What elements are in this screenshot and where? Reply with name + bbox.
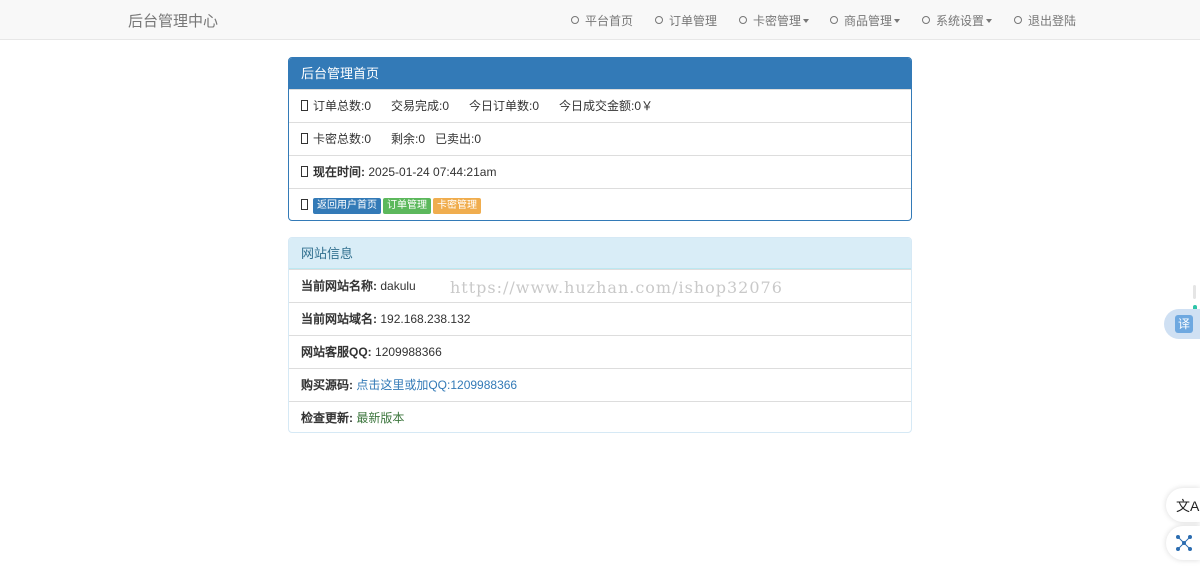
circle-icon xyxy=(922,16,930,24)
accessibility-button[interactable]: 文A xyxy=(1166,488,1200,522)
link-icon xyxy=(301,199,308,210)
circle-icon xyxy=(830,16,838,24)
circle-icon xyxy=(1014,16,1022,24)
dashboard-panel-title: 后台管理首页 xyxy=(289,58,911,89)
update-status: 最新版本 xyxy=(356,411,405,425)
site-domain-value: 192.168.238.132 xyxy=(380,312,471,326)
order-completed: 交易完成:0 xyxy=(391,99,450,113)
time-value: 2025-01-24 07:44:21am xyxy=(368,165,497,179)
nav-system-settings[interactable]: 系统设置 xyxy=(922,12,993,29)
brand-title[interactable]: 后台管理中心 xyxy=(128,10,218,31)
site-info-title: 网站信息 xyxy=(289,238,911,269)
site-name-label: 当前网站名称: xyxy=(301,279,377,293)
translate-glyph-icon: 文A xyxy=(1176,498,1200,514)
circle-icon xyxy=(571,16,579,24)
buy-source-label: 购买源码: xyxy=(301,378,353,392)
network-widget-button[interactable] xyxy=(1166,526,1200,560)
site-info-panel: 网站信息 当前网站名称: dakulu 当前网站域名: 192.168.238.… xyxy=(288,237,912,433)
check-update-label: 检查更新: xyxy=(301,411,353,425)
buy-source-link[interactable]: 点击这里或加QQ:1209988366 xyxy=(356,378,517,392)
card-management-button[interactable]: 卡密管理 xyxy=(433,197,481,214)
site-domain-label: 当前网站域名: xyxy=(301,312,377,326)
card-icon xyxy=(301,133,308,144)
site-qq-value: 1209988366 xyxy=(375,345,442,359)
scrollbar-track xyxy=(1193,285,1196,299)
buy-source-row: 购买源码: 点击这里或加QQ:1209988366 xyxy=(289,368,911,401)
card-remaining: 剩余:0 xyxy=(391,132,426,146)
order-management-button[interactable]: 订单管理 xyxy=(383,197,431,214)
shortcut-row: 返回用户首页 订单管理 卡密管理 xyxy=(289,188,911,221)
caret-down-icon xyxy=(803,19,810,23)
check-update-row: 检查更新: 最新版本 xyxy=(289,401,911,434)
time-row: 现在时间: 2025-01-24 07:44:21am xyxy=(289,155,911,188)
watermark-text: https://www.huzhan.com/ishop32076 xyxy=(450,278,783,297)
time-label: 现在时间: xyxy=(313,165,365,179)
back-to-user-home-button[interactable]: 返回用户首页 xyxy=(313,197,381,214)
translate-tab[interactable]: 译 xyxy=(1164,309,1200,339)
clock-icon xyxy=(301,166,308,177)
list-icon xyxy=(301,100,308,111)
today-amount: 今日成交金额:0￥ xyxy=(559,99,654,113)
nav-logout[interactable]: 退出登陆 xyxy=(1014,12,1076,29)
circle-icon xyxy=(739,16,747,24)
card-total: 卡密总数:0 xyxy=(313,132,372,146)
site-name-value: dakulu xyxy=(380,279,416,293)
card-stats-row: 卡密总数:0 剩余:0 已卖出:0 xyxy=(289,122,911,155)
nav-card-management[interactable]: 卡密管理 xyxy=(739,12,810,29)
nav-platform-home[interactable]: 平台首页 xyxy=(571,12,633,29)
network-icon xyxy=(1176,535,1192,551)
nav-product-management[interactable]: 商品管理 xyxy=(830,12,901,29)
caret-down-icon xyxy=(894,19,901,23)
site-domain-row: 当前网站域名: 192.168.238.132 xyxy=(289,302,911,335)
today-orders: 今日订单数:0 xyxy=(469,99,540,113)
card-sold: 已卖出:0 xyxy=(435,132,482,146)
top-navbar: 后台管理中心 平台首页 订单管理 卡密管理 商品管理 系统设置 退出登陆 xyxy=(0,0,1200,40)
circle-icon xyxy=(655,16,663,24)
order-stats-row: 订单总数:0 交易完成:0 今日订单数:0 今日成交金额:0￥ xyxy=(289,89,911,122)
translate-icon: 译 xyxy=(1175,315,1193,333)
nav-order-management[interactable]: 订单管理 xyxy=(655,12,717,29)
site-qq-row: 网站客服QQ: 1209988366 xyxy=(289,335,911,368)
order-total: 订单总数:0 xyxy=(313,99,372,113)
dashboard-panel: 后台管理首页 订单总数:0 交易完成:0 今日订单数:0 今日成交金额:0￥ 卡密总数… xyxy=(288,57,912,221)
site-qq-label: 网站客服QQ: xyxy=(301,345,372,359)
caret-down-icon xyxy=(986,19,993,23)
